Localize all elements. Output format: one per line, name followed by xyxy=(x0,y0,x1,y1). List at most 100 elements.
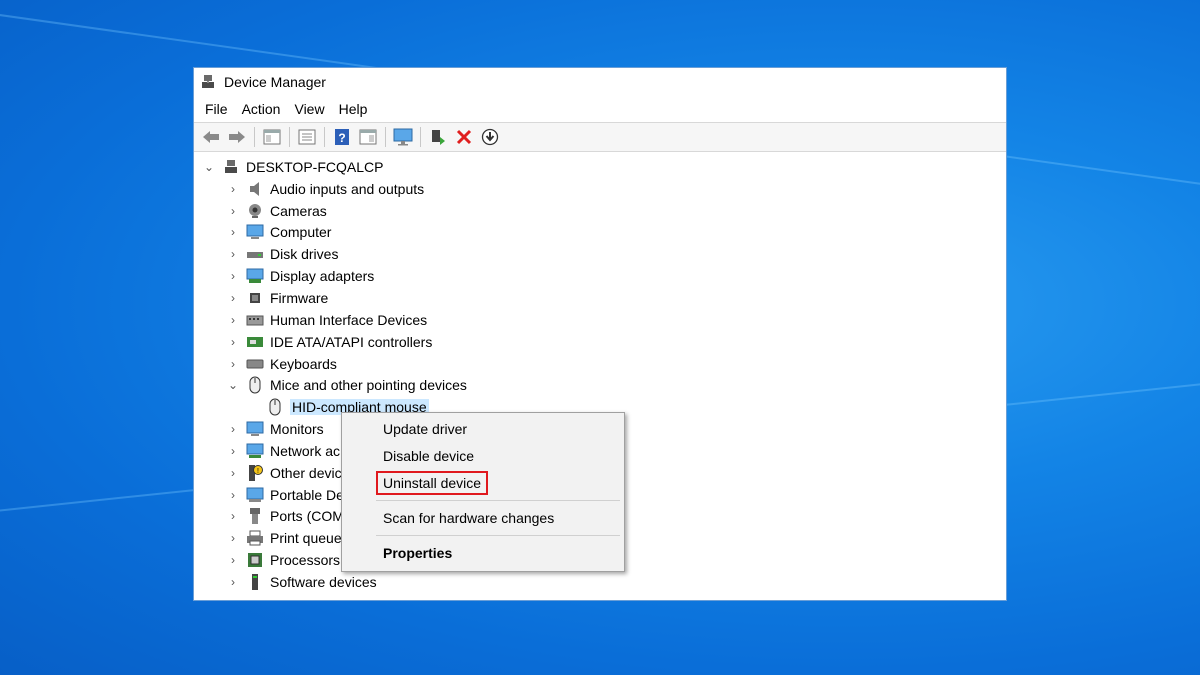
monitor-icon xyxy=(246,420,264,438)
uninstall-device-item[interactable]: Uninstall device xyxy=(383,475,481,491)
chevron-right-icon[interactable]: › xyxy=(226,225,240,239)
tree-category[interactable]: › Human Interface Devices xyxy=(194,309,1006,331)
keyboard-icon xyxy=(246,355,264,373)
category-label: Software devices xyxy=(270,573,377,590)
hid-icon xyxy=(246,311,264,329)
category-label: Audio inputs and outputs xyxy=(270,180,425,197)
uninstall-icon[interactable] xyxy=(452,125,476,149)
details-icon[interactable] xyxy=(356,125,380,149)
tree-category[interactable]: › Software devices xyxy=(194,571,1006,593)
category-label: Print queue xyxy=(270,530,342,547)
chevron-down-icon[interactable]: ⌄ xyxy=(202,160,216,174)
download-icon[interactable] xyxy=(478,125,502,149)
forward-icon[interactable] xyxy=(225,125,249,149)
window-title: Device Manager xyxy=(224,74,326,90)
software-icon xyxy=(246,573,264,591)
chevron-right-icon[interactable]: › xyxy=(226,204,240,218)
update-driver-icon[interactable] xyxy=(426,125,450,149)
computer-icon xyxy=(246,223,264,241)
tree-category[interactable]: › Keyboards xyxy=(194,353,1006,375)
properties-item[interactable]: Properties xyxy=(383,545,452,561)
chevron-right-icon[interactable]: › xyxy=(226,247,240,261)
monitor-icon[interactable] xyxy=(391,125,415,149)
category-label: Human Interface Devices xyxy=(270,311,428,328)
disable-device-item[interactable]: Disable device xyxy=(383,448,474,464)
menu-view[interactable]: View xyxy=(287,101,331,117)
chevron-right-icon[interactable]: › xyxy=(226,269,240,283)
context-menu: Update driver Disable device Uninstall d… xyxy=(341,412,625,572)
tree-category[interactable]: › Disk drives xyxy=(194,243,1006,265)
back-icon[interactable] xyxy=(199,125,223,149)
menu-action[interactable]: Action xyxy=(235,101,288,117)
tree-category[interactable]: › Cameras xyxy=(194,200,1006,222)
category-label: Other devic xyxy=(270,464,342,481)
category-label: Firmware xyxy=(270,289,329,306)
tree-category[interactable]: › Firmware xyxy=(194,287,1006,309)
chevron-right-icon[interactable]: › xyxy=(226,291,240,305)
properties-pane-icon[interactable] xyxy=(260,125,284,149)
port-icon xyxy=(246,507,264,525)
chevron-right-icon[interactable]: › xyxy=(226,335,240,349)
svg-text:?: ? xyxy=(338,131,345,145)
chip-icon xyxy=(246,289,264,307)
menu-separator xyxy=(376,535,620,536)
category-label: Display adapters xyxy=(270,268,375,285)
chevron-right-icon[interactable]: › xyxy=(226,509,240,523)
title-bar: Device Manager xyxy=(194,68,1006,96)
category-label: Computer xyxy=(270,224,332,241)
mouse-icon xyxy=(246,376,264,394)
other-device-icon: ! xyxy=(246,464,264,482)
chevron-right-icon[interactable]: › xyxy=(226,488,240,502)
device-manager-icon xyxy=(202,75,214,88)
chevron-right-icon[interactable]: › xyxy=(226,575,240,589)
speaker-icon xyxy=(246,180,264,198)
toolbar-separator xyxy=(385,127,386,147)
menu-bar: File Action View Help xyxy=(194,96,1006,122)
processor-icon xyxy=(246,551,264,569)
scan-hardware-item[interactable]: Scan for hardware changes xyxy=(383,510,554,526)
menu-separator xyxy=(376,500,620,501)
tree-category[interactable]: › Display adapters xyxy=(194,265,1006,287)
tree-category[interactable]: › IDE ATA/ATAPI controllers xyxy=(194,331,1006,353)
menu-help[interactable]: Help xyxy=(332,101,375,117)
toolbar-separator xyxy=(324,127,325,147)
list-icon[interactable] xyxy=(295,125,319,149)
portable-icon xyxy=(246,486,264,504)
svg-text:!: ! xyxy=(257,468,259,475)
chevron-right-icon[interactable]: › xyxy=(226,553,240,567)
disk-icon xyxy=(246,245,264,263)
category-label: Monitors xyxy=(270,421,324,438)
chevron-right-icon[interactable]: › xyxy=(226,422,240,436)
printer-icon xyxy=(246,529,264,547)
update-driver-item[interactable]: Update driver xyxy=(383,421,467,437)
chevron-down-icon[interactable]: ⌄ xyxy=(226,378,240,392)
category-label: IDE ATA/ATAPI controllers xyxy=(270,333,433,350)
help-icon[interactable]: ? xyxy=(330,125,354,149)
tree-category[interactable]: › Computer xyxy=(194,222,1006,244)
network-icon xyxy=(246,442,264,460)
chevron-right-icon[interactable]: › xyxy=(226,313,240,327)
category-label: Network ac xyxy=(270,442,341,459)
computer-root-icon xyxy=(222,158,240,176)
category-label: Processors xyxy=(270,552,341,569)
toolbar-separator xyxy=(420,127,421,147)
category-label: Cameras xyxy=(270,202,327,219)
category-label: Mice and other pointing devices xyxy=(270,377,467,394)
menu-file[interactable]: File xyxy=(198,101,235,117)
toolbar: ? xyxy=(194,122,1006,152)
display-adapter-icon xyxy=(246,267,264,285)
category-label: Portable De xyxy=(270,486,344,503)
tree-root[interactable]: ⌄ DESKTOP-FCQALCP xyxy=(194,156,1006,178)
tree-category-expanded[interactable]: ⌄ Mice and other pointing devices xyxy=(194,374,1006,396)
category-label: Ports (COM xyxy=(270,508,344,525)
chevron-right-icon[interactable]: › xyxy=(226,357,240,371)
controller-icon xyxy=(246,333,264,351)
camera-icon xyxy=(246,202,264,220)
chevron-right-icon[interactable]: › xyxy=(226,466,240,480)
toolbar-separator xyxy=(254,127,255,147)
chevron-right-icon[interactable]: › xyxy=(226,182,240,196)
tree-category[interactable]: › Audio inputs and outputs xyxy=(194,178,1006,200)
chevron-right-icon[interactable]: › xyxy=(226,531,240,545)
chevron-right-icon[interactable]: › xyxy=(226,444,240,458)
mouse-icon xyxy=(266,398,284,416)
